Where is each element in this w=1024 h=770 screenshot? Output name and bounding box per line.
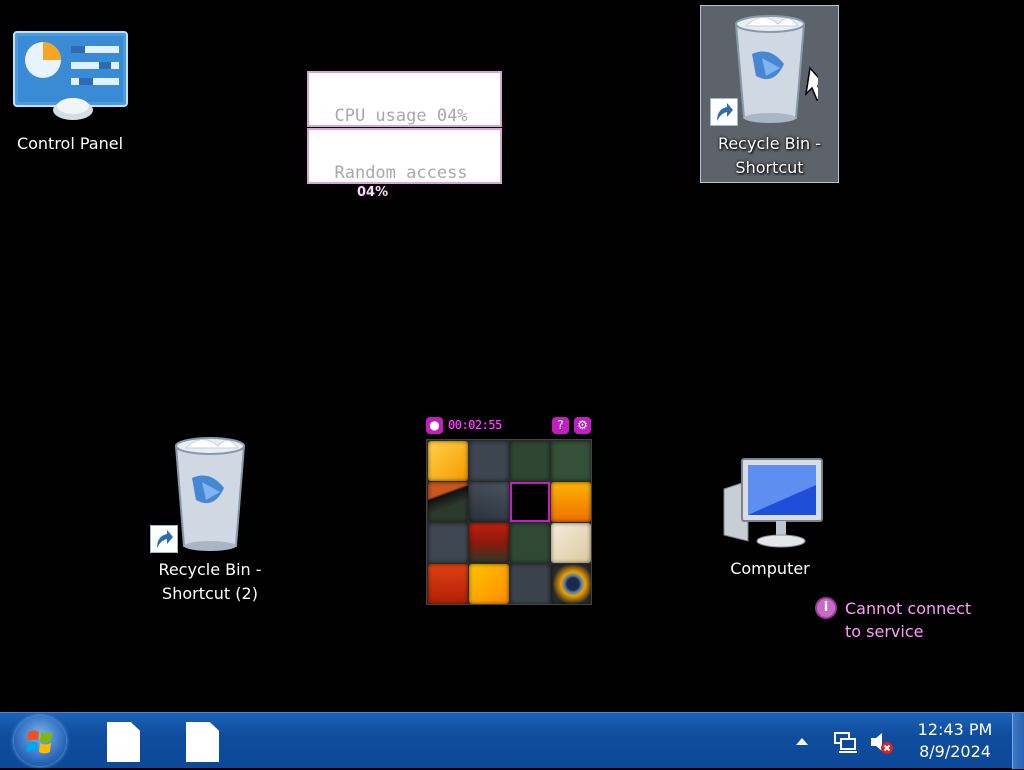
control-panel-icon	[13, 31, 128, 120]
desktop-icon-recycle-bin-shortcut[interactable]: Recycle Bin - Shortcut	[700, 6, 839, 180]
puzzle-tile[interactable]	[469, 523, 509, 563]
desktop-icon-computer[interactable]: Computer	[700, 455, 840, 581]
desktop-icon-label: Control Panel	[16, 134, 124, 153]
info-icon: i	[815, 597, 837, 619]
volume-muted-icon[interactable]	[868, 729, 894, 755]
desktop-icon-label: Recycle Bin - Shortcut	[717, 134, 822, 177]
puzzle-picture-button[interactable]: ⚙	[574, 417, 591, 434]
puzzle-empty-slot	[510, 482, 550, 522]
taskbar-file-button-1[interactable]	[107, 722, 140, 762]
clock-date: 8/9/2024	[919, 742, 991, 761]
network-icon[interactable]	[833, 729, 859, 755]
windows-logo-icon	[26, 730, 52, 754]
puzzle-tile[interactable]	[428, 564, 468, 604]
cpu-usage-text: CPU usage 04%	[334, 106, 468, 126]
puzzle-tile[interactable]	[551, 482, 591, 522]
cpu-usage-meter[interactable]: CPU usage 04%	[307, 71, 502, 127]
clock-time: 12:43 PM	[917, 720, 993, 739]
puzzle-help-button[interactable]: ?	[552, 417, 569, 434]
taskbar-file-button-2[interactable]	[186, 722, 219, 762]
desktop-icon-recycle-bin-shortcut-2[interactable]: Recycle Bin - Shortcut (2)	[140, 432, 280, 606]
puzzle-tile[interactable]	[510, 523, 550, 563]
shortcut-arrow-icon	[710, 98, 738, 126]
puzzle-tile[interactable]	[428, 441, 468, 481]
puzzle-timer: 00:02:55	[448, 418, 502, 432]
puzzle-tile[interactable]	[510, 441, 550, 481]
show-hidden-icons-arrow-icon[interactable]	[796, 738, 808, 745]
puzzle-tile[interactable]	[469, 564, 509, 604]
shortcut-arrow-icon	[150, 525, 178, 553]
puzzle-tile[interactable]	[428, 482, 468, 522]
desktop-icon-control-panel[interactable]: Control Panel	[5, 28, 135, 156]
puzzle-tile[interactable]	[551, 564, 591, 604]
show-desktop-button[interactable]	[1012, 713, 1024, 769]
puzzle-tile[interactable]	[469, 482, 509, 522]
notification-text: Cannot connect to service	[845, 599, 972, 641]
puzzle-board[interactable]	[426, 439, 592, 605]
ram-usage-text: Random access memory (RAM) 32%	[334, 163, 468, 183]
puzzle-tile[interactable]	[428, 523, 468, 563]
puzzle-pause-button[interactable]: ●	[426, 417, 443, 434]
puzzle-tile[interactable]	[551, 441, 591, 481]
picture-puzzle-gadget[interactable]: ● 00:02:55 ? ⚙	[426, 414, 594, 606]
puzzle-toolbar: ● 00:02:55 ? ⚙	[426, 414, 594, 436]
taskbar: 12:43 PM 8/9/2024	[0, 712, 1024, 769]
start-button[interactable]	[14, 716, 66, 766]
cpu-percent-label: 04%	[357, 185, 389, 200]
taskbar-clock[interactable]: 12:43 PM 8/9/2024	[905, 719, 1005, 763]
computer-icon	[723, 458, 823, 548]
puzzle-tile[interactable]	[510, 564, 550, 604]
puzzle-tile[interactable]	[469, 441, 509, 481]
desktop-icon-label: Computer	[730, 559, 810, 578]
desktop-icon-label: Recycle Bin - Shortcut (2)	[158, 560, 262, 603]
ram-usage-meter[interactable]: Random access memory (RAM) 32%	[307, 128, 502, 184]
puzzle-tile[interactable]	[551, 523, 591, 563]
